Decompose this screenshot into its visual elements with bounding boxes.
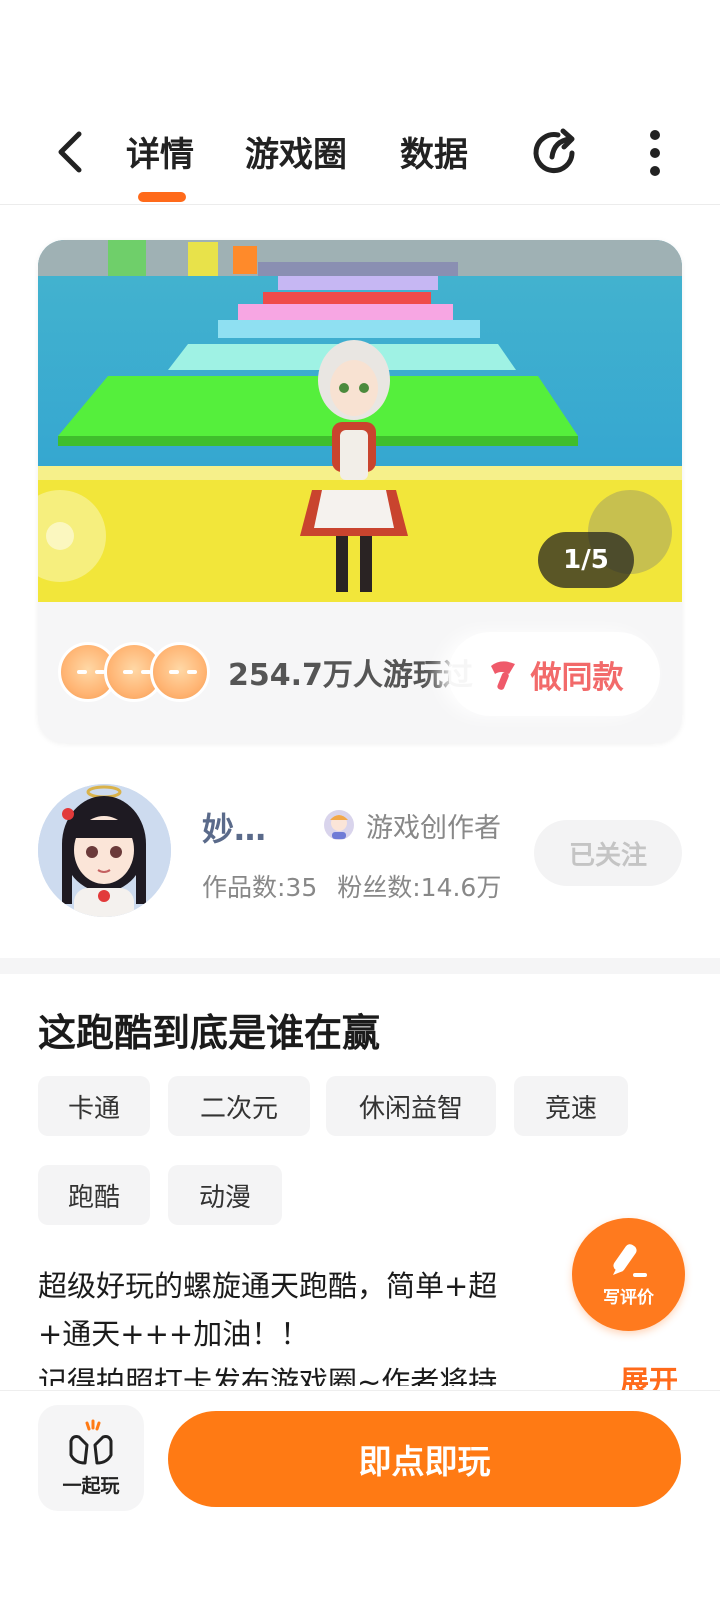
player-avatar [150, 642, 210, 702]
player-avatars [58, 642, 218, 702]
tag-item[interactable]: 跑酷 [38, 1165, 150, 1225]
game-title: 这跑酷到底是谁在赢 [38, 1011, 381, 1055]
write-review-label: 写评价 [603, 1288, 654, 1308]
tag-item[interactable]: 竞速 [514, 1076, 628, 1136]
pencil-icon [612, 1244, 647, 1277]
author-name[interactable]: 妙… [202, 804, 266, 850]
creator-badge: 游戏创作者 [322, 805, 501, 845]
top-nav-bar: 详情 游戏圈 数据 [0, 105, 720, 205]
follow-button[interactable]: 已关注 [534, 820, 682, 886]
back-button[interactable] [48, 125, 92, 179]
players-count: 254.7万人游玩过 [228, 658, 473, 693]
players-row: 254.7万人游玩过 做同款 [38, 602, 682, 743]
tab-details[interactable]: 详情 [126, 127, 194, 176]
section-divider [0, 958, 720, 974]
creator-badge-label: 游戏创作者 [366, 812, 501, 844]
game-preview-card: 1/5 254.7万人游玩过 做同款 [38, 240, 682, 743]
description-line: 记得拍照打卡发布游戏圈~作者将持 [38, 1365, 498, 1386]
play-together-button[interactable]: 一起玩 [38, 1405, 144, 1511]
more-button[interactable] [635, 125, 675, 181]
author-avatar[interactable] [38, 784, 171, 917]
active-tab-indicator [138, 192, 186, 202]
tab-data[interactable]: 数据 [400, 127, 468, 176]
tab-game-circle[interactable]: 游戏圈 [245, 127, 347, 176]
creator-badge-icon [324, 810, 354, 840]
instant-play-button[interactable]: 即点即玩 [168, 1411, 681, 1507]
tag-item[interactable]: 二次元 [168, 1076, 310, 1136]
write-review-button[interactable]: 写评价 [572, 1218, 685, 1331]
tag-item[interactable]: 动漫 [168, 1165, 282, 1225]
make-same-button[interactable]: 做同款 [448, 632, 660, 716]
more-vertical-icon [650, 130, 660, 176]
share-icon [533, 128, 575, 174]
author-avatar-art [38, 784, 171, 917]
hammer-icon [490, 661, 515, 690]
tag-item[interactable]: 休闲益智 [326, 1076, 496, 1136]
works-count: 作品数:35 [202, 873, 318, 902]
share-button[interactable] [528, 123, 584, 179]
description-line: +通天+++加油！！ [38, 1317, 310, 1351]
make-same-label: 做同款 [530, 659, 624, 696]
play-together-label: 一起玩 [62, 1474, 120, 1497]
bottom-action-bar: 一起玩 即点即玩 [0, 1390, 720, 1608]
chevron-left-icon [58, 131, 82, 173]
game-screenshot[interactable]: 1/5 [38, 240, 682, 602]
image-counter: 1/5 [538, 532, 634, 588]
tag-item[interactable]: 卡通 [38, 1076, 150, 1136]
high-five-icon [69, 1419, 113, 1464]
author-stats: 作品数:35 粉丝数:14.6万 [202, 868, 501, 904]
fans-count: 粉丝数:14.6万 [337, 873, 502, 902]
